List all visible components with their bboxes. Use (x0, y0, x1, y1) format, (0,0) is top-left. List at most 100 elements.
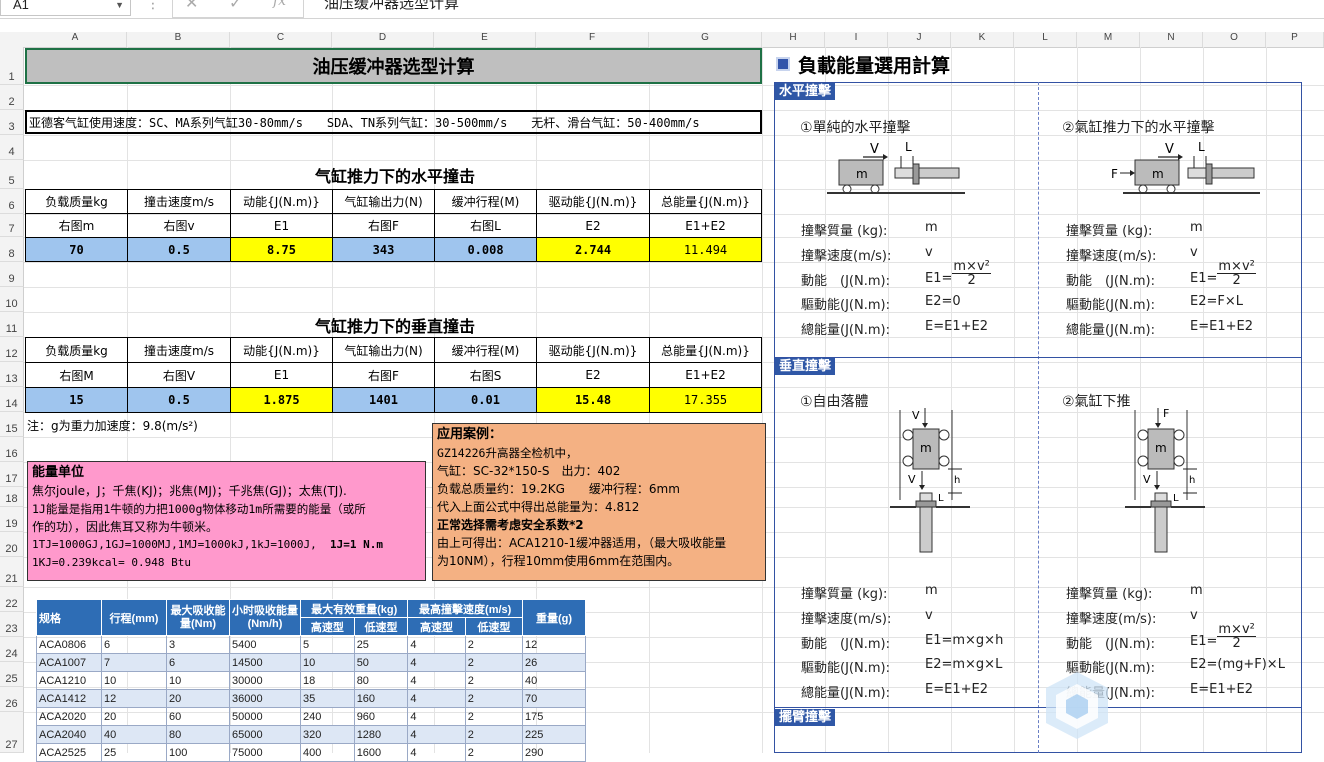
sheet-title[interactable]: 油压缓冲器选型计算 (25, 48, 762, 84)
table-cell[interactable]: 4 (407, 671, 466, 690)
table-cell[interactable]: ACA1210 (36, 671, 102, 690)
h-header-total[interactable]: 总能量{J(N.m)} (649, 189, 762, 214)
spec-header[interactable]: 重量(g) (522, 599, 586, 636)
table-cell[interactable]: 14500 (229, 653, 301, 672)
table-cell[interactable]: 25 (353, 635, 409, 654)
h-header-stroke[interactable]: 缓冲行程(M) (434, 189, 537, 214)
table-cell[interactable]: ACA0806 (36, 635, 102, 654)
h-symbol-force[interactable]: 右图F (332, 213, 435, 238)
row-header[interactable]: 9 (0, 262, 24, 287)
h-symbol-drive[interactable]: E2 (536, 213, 650, 238)
table-cell[interactable]: 7 (101, 653, 167, 672)
table-cell[interactable]: 18 (300, 671, 355, 690)
v-symbol-speed[interactable]: 右图V (127, 362, 231, 388)
table-cell[interactable]: 4 (407, 635, 466, 654)
speed-note[interactable]: 亚德客气缸使用速度：SC、MA系列气缸30-80mm/s SDA、TN系列气缸：… (25, 110, 762, 134)
v-symbol-stroke[interactable]: 右图S (434, 362, 537, 388)
column-header-e[interactable]: E (434, 32, 536, 47)
table-cell[interactable]: ACA2020 (36, 707, 102, 726)
row-header[interactable]: 26 (0, 687, 24, 712)
h-header-force[interactable]: 气缸输出力(N) (332, 189, 435, 214)
table-cell[interactable]: 160 (353, 689, 409, 708)
v-symbol-kinetic[interactable]: E1 (230, 362, 333, 388)
row-header[interactable]: 20 (0, 532, 24, 557)
row-header[interactable]: 27 (0, 712, 24, 753)
row-header[interactable]: 14 (0, 387, 24, 412)
name-box[interactable]: A1 ▼ (0, 0, 131, 16)
column-header-l[interactable]: L (1014, 32, 1077, 47)
function-icon[interactable]: fx (273, 0, 286, 9)
table-cell[interactable]: 225 (522, 725, 586, 744)
spec-header[interactable]: 最高撞擊速度(m/s) (407, 599, 523, 618)
gravity-note[interactable]: 注：g为重力加速度：9.8(m/s²) (27, 414, 327, 436)
row-header[interactable]: 25 (0, 662, 24, 687)
table-cell[interactable]: 40 (101, 725, 167, 744)
table-cell[interactable]: 30000 (229, 671, 301, 690)
table-cell[interactable]: 6 (166, 653, 230, 672)
row-header[interactable]: 15 (0, 412, 24, 437)
row-header[interactable]: 21 (0, 557, 24, 587)
formula-input[interactable]: 油压缓冲器选型计算 (308, 0, 1324, 16)
table-cell[interactable]: 5400 (229, 635, 301, 654)
table-cell[interactable]: 26 (522, 653, 586, 672)
h-value-total[interactable]: 11.494 (649, 237, 762, 262)
table-cell[interactable]: 50000 (229, 707, 301, 726)
row-header[interactable]: 23 (0, 612, 24, 637)
row-header[interactable]: 18 (0, 487, 24, 507)
table-cell[interactable]: 10 (166, 671, 230, 690)
h-value-stroke[interactable]: 0.008 (434, 237, 537, 262)
table-cell[interactable]: 60 (166, 707, 230, 726)
table-cell[interactable]: 2 (464, 653, 524, 672)
row-header[interactable]: 3 (0, 110, 24, 135)
table-cell[interactable]: 50 (353, 653, 409, 672)
h-symbol-total[interactable]: E1+E2 (649, 213, 762, 238)
h-symbol-kinetic[interactable]: E1 (230, 213, 333, 238)
v-header-drive[interactable]: 驱动能{J(N.m)} (536, 337, 650, 363)
v-symbol-total[interactable]: E1+E2 (649, 362, 762, 388)
h-symbol-mass[interactable]: 右图m (25, 213, 128, 238)
row-header[interactable]: 6 (0, 189, 24, 214)
row-header[interactable]: 19 (0, 507, 24, 532)
horizontal-section-title[interactable]: 气缸推力下的水平撞击 (230, 162, 560, 188)
v-symbol-force[interactable]: 右图F (332, 362, 435, 388)
table-cell[interactable]: 12 (522, 635, 586, 654)
spec-header[interactable]: 最大吸收能量(Nm) (166, 599, 230, 636)
h-value-kinetic[interactable]: 8.75 (230, 237, 333, 262)
cancel-icon[interactable]: ✕ (185, 0, 198, 12)
spec-subheader[interactable]: 低速型 (464, 617, 524, 636)
table-cell[interactable]: 70 (522, 689, 586, 708)
table-cell[interactable]: 4 (407, 653, 466, 672)
table-cell[interactable]: ACA2040 (36, 725, 102, 744)
row-header[interactable]: 17 (0, 462, 24, 487)
table-cell[interactable]: 80 (353, 671, 409, 690)
v-value-total[interactable]: 17.355 (649, 387, 762, 413)
row-header[interactable]: 1 (0, 47, 24, 85)
v-header-total[interactable]: 总能量{J(N.m)} (649, 337, 762, 363)
v-header-kinetic[interactable]: 动能{J(N.m)} (230, 337, 333, 363)
h-value-mass[interactable]: 70 (25, 237, 128, 262)
row-header[interactable]: 13 (0, 362, 24, 387)
v-value-speed[interactable]: 0.5 (127, 387, 231, 413)
column-header-b[interactable]: B (127, 32, 230, 47)
v-symbol-mass[interactable]: 右图M (25, 362, 128, 388)
row-header[interactable]: 24 (0, 637, 24, 662)
table-cell[interactable]: 2 (464, 725, 524, 744)
row-header[interactable]: 11 (0, 312, 24, 337)
row-header[interactable]: 4 (0, 135, 24, 160)
chevron-down-icon[interactable]: ▼ (115, 0, 124, 15)
table-cell[interactable]: 6 (101, 635, 167, 654)
column-header-j[interactable]: J (888, 32, 951, 47)
vertical-section-title[interactable]: 气缸推力下的垂直撞击 (230, 313, 560, 337)
v-value-drive[interactable]: 15.48 (536, 387, 650, 413)
v-value-stroke[interactable]: 0.01 (434, 387, 537, 413)
table-cell[interactable]: ACA1412 (36, 689, 102, 708)
table-cell[interactable]: 175 (522, 707, 586, 726)
column-header-d[interactable]: D (332, 32, 434, 47)
table-cell[interactable]: 2 (464, 635, 524, 654)
spec-header[interactable]: 小时吸收能量(Nm/h) (229, 599, 301, 636)
spec-header[interactable]: 规格 (36, 599, 102, 636)
column-header-i[interactable]: I (825, 32, 888, 47)
table-cell[interactable]: 960 (353, 707, 409, 726)
h-header-mass[interactable]: 负载质量kg (25, 189, 128, 214)
table-cell[interactable]: 4 (407, 707, 466, 726)
